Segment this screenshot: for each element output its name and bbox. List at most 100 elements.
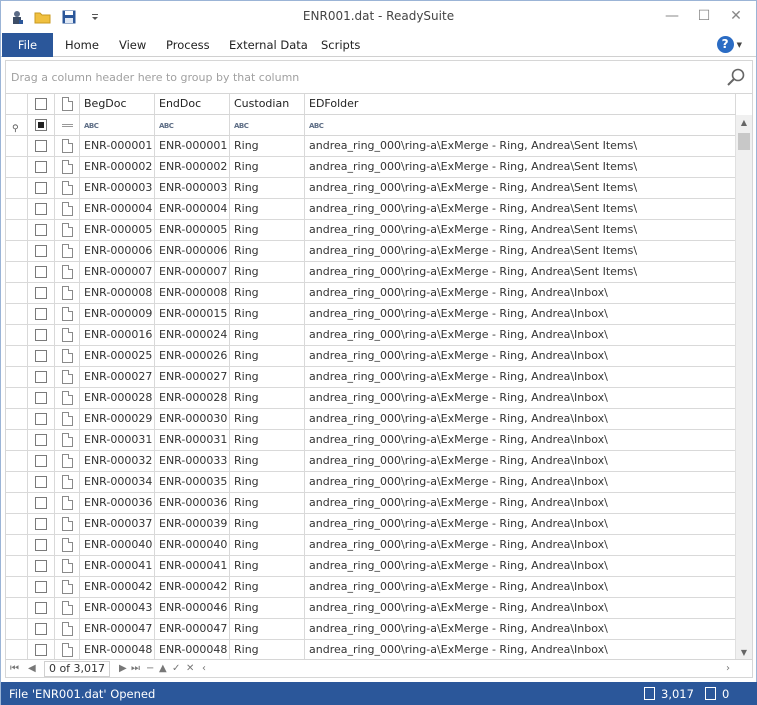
cell-custodian[interactable]: Ring xyxy=(230,220,305,240)
cell-edfolder[interactable]: andrea_ring_000\ring-a\ExMerge - Ring, A… xyxy=(305,220,736,240)
cell-enddoc[interactable]: ENR-000015 xyxy=(155,304,230,324)
scroll-left-icon[interactable]: ‹ xyxy=(202,662,206,676)
cell-custodian[interactable]: Ring xyxy=(230,535,305,555)
filter-checkbox-cell[interactable] xyxy=(28,115,55,135)
row-doc-cell[interactable] xyxy=(55,640,80,659)
table-row[interactable]: ENR-000043 ENR-000046 Ring andrea_ring_000\… xyxy=(6,598,736,619)
tab-home[interactable]: Home xyxy=(65,33,99,57)
filter-enddoc[interactable]: ABC xyxy=(155,115,230,135)
cell-begdoc[interactable]: ENR-000047 xyxy=(80,619,155,639)
row-checkbox-cell[interactable] xyxy=(28,157,55,177)
column-header-begdoc[interactable]: BegDoc xyxy=(80,94,155,114)
table-row[interactable]: ENR-000042 ENR-000042 Ring andrea_ring_000\… xyxy=(6,577,736,598)
cell-custodian[interactable]: Ring xyxy=(230,241,305,261)
cell-enddoc[interactable]: ENR-000040 xyxy=(155,535,230,555)
next-record-icon[interactable]: ▶ xyxy=(119,662,127,676)
cell-begdoc[interactable]: ENR-000042 xyxy=(80,577,155,597)
row-checkbox-cell[interactable] xyxy=(28,451,55,471)
tab-view[interactable]: View xyxy=(119,33,146,57)
row-indicator[interactable] xyxy=(6,262,28,282)
row-checkbox-cell[interactable] xyxy=(28,199,55,219)
cell-begdoc[interactable]: ENR-000048 xyxy=(80,640,155,659)
row-checkbox-cell[interactable] xyxy=(28,220,55,240)
cell-custodian[interactable]: Ring xyxy=(230,199,305,219)
tab-external-data[interactable]: External Data xyxy=(229,33,308,57)
cell-edfolder[interactable]: andrea_ring_000\ring-a\ExMerge - Ring, A… xyxy=(305,199,736,219)
cell-begdoc[interactable]: ENR-000007 xyxy=(80,262,155,282)
cell-begdoc[interactable]: ENR-000034 xyxy=(80,472,155,492)
cell-edfolder[interactable]: andrea_ring_000\ring-a\ExMerge - Ring, A… xyxy=(305,388,736,408)
row-doc-cell[interactable] xyxy=(55,430,80,450)
cell-edfolder[interactable]: andrea_ring_000\ring-a\ExMerge - Ring, A… xyxy=(305,535,736,555)
cell-custodian[interactable]: Ring xyxy=(230,514,305,534)
cell-edfolder[interactable]: andrea_ring_000\ring-a\ExMerge - Ring, A… xyxy=(305,619,736,639)
row-indicator[interactable] xyxy=(6,283,28,303)
row-indicator[interactable] xyxy=(6,472,28,492)
cell-edfolder[interactable]: andrea_ring_000\ring-a\ExMerge - Ring, A… xyxy=(305,598,736,618)
row-doc-cell[interactable] xyxy=(55,178,80,198)
table-row[interactable]: ENR-000008 ENR-000008 Ring andrea_ring_000\… xyxy=(6,283,736,304)
column-header-edfolder[interactable]: EDFolder xyxy=(305,94,736,114)
cell-custodian[interactable]: Ring xyxy=(230,136,305,156)
cell-enddoc[interactable]: ENR-000028 xyxy=(155,388,230,408)
table-row[interactable]: ENR-000031 ENR-000031 Ring andrea_ring_000\… xyxy=(6,430,736,451)
last-record-icon[interactable]: ⏭ xyxy=(131,662,140,676)
cell-enddoc[interactable]: ENR-000048 xyxy=(155,640,230,659)
filter-edfolder[interactable]: ABC xyxy=(305,115,736,135)
table-row[interactable]: ENR-000027 ENR-000027 Ring andrea_ring_000\… xyxy=(6,367,736,388)
row-checkbox-cell[interactable] xyxy=(28,367,55,387)
row-checkbox[interactable] xyxy=(35,371,47,383)
row-doc-cell[interactable] xyxy=(55,367,80,387)
row-checkbox[interactable] xyxy=(35,140,47,152)
row-indicator[interactable] xyxy=(6,241,28,261)
row-checkbox-cell[interactable] xyxy=(28,241,55,261)
row-checkbox[interactable] xyxy=(35,581,47,593)
select-all-column-header[interactable] xyxy=(28,94,55,114)
cell-edfolder[interactable]: andrea_ring_000\ring-a\ExMerge - Ring, A… xyxy=(305,262,736,282)
row-indicator[interactable] xyxy=(6,178,28,198)
first-record-icon[interactable]: ⏮ xyxy=(10,662,19,676)
cell-edfolder[interactable]: andrea_ring_000\ring-a\ExMerge - Ring, A… xyxy=(305,178,736,198)
row-indicator[interactable] xyxy=(6,304,28,324)
table-row[interactable]: ENR-000034 ENR-000035 Ring andrea_ring_000\… xyxy=(6,472,736,493)
row-checkbox-cell[interactable] xyxy=(28,304,55,324)
filter-custodian[interactable]: ABC xyxy=(230,115,305,135)
row-doc-cell[interactable] xyxy=(55,409,80,429)
column-header-custodian[interactable]: Custodian xyxy=(230,94,305,114)
row-checkbox[interactable] xyxy=(35,455,47,467)
tab-file[interactable]: File xyxy=(2,33,53,57)
row-checkbox-cell[interactable] xyxy=(28,430,55,450)
cell-edfolder[interactable]: andrea_ring_000\ring-a\ExMerge - Ring, A… xyxy=(305,346,736,366)
cell-enddoc[interactable]: ENR-000033 xyxy=(155,451,230,471)
cell-begdoc[interactable]: ENR-000027 xyxy=(80,367,155,387)
cell-enddoc[interactable]: ENR-000003 xyxy=(155,178,230,198)
row-indicator[interactable] xyxy=(6,367,28,387)
tab-process[interactable]: Process xyxy=(166,33,210,57)
cell-begdoc[interactable]: ENR-000001 xyxy=(80,136,155,156)
row-checkbox[interactable] xyxy=(35,497,47,509)
cell-begdoc[interactable]: ENR-000040 xyxy=(80,535,155,555)
row-checkbox[interactable] xyxy=(35,539,47,551)
cell-begdoc[interactable]: ENR-000041 xyxy=(80,556,155,576)
row-indicator[interactable] xyxy=(6,451,28,471)
table-row[interactable]: ENR-000009 ENR-000015 Ring andrea_ring_000\… xyxy=(6,304,736,325)
scroll-right-icon[interactable]: › xyxy=(726,662,730,676)
table-row[interactable]: ENR-000037 ENR-000039 Ring andrea_ring_000\… xyxy=(6,514,736,535)
cell-begdoc[interactable]: ENR-000005 xyxy=(80,220,155,240)
cell-custodian[interactable]: Ring xyxy=(230,157,305,177)
cell-edfolder[interactable]: andrea_ring_000\ring-a\ExMerge - Ring, A… xyxy=(305,325,736,345)
vertical-scrollbar[interactable]: ▲ ▼ xyxy=(735,115,752,659)
row-checkbox-cell[interactable] xyxy=(28,556,55,576)
row-doc-cell[interactable] xyxy=(55,514,80,534)
filter-begdoc[interactable]: ABC xyxy=(80,115,155,135)
cell-begdoc[interactable]: ENR-000008 xyxy=(80,283,155,303)
cell-custodian[interactable]: Ring xyxy=(230,367,305,387)
row-doc-cell[interactable] xyxy=(55,304,80,324)
row-checkbox-cell[interactable] xyxy=(28,598,55,618)
row-doc-cell[interactable] xyxy=(55,535,80,555)
cell-edfolder[interactable]: andrea_ring_000\ring-a\ExMerge - Ring, A… xyxy=(305,430,736,450)
row-checkbox-cell[interactable] xyxy=(28,514,55,534)
row-doc-cell[interactable] xyxy=(55,451,80,471)
row-indicator[interactable] xyxy=(6,535,28,555)
table-row[interactable]: ENR-000025 ENR-000026 Ring andrea_ring_000\… xyxy=(6,346,736,367)
